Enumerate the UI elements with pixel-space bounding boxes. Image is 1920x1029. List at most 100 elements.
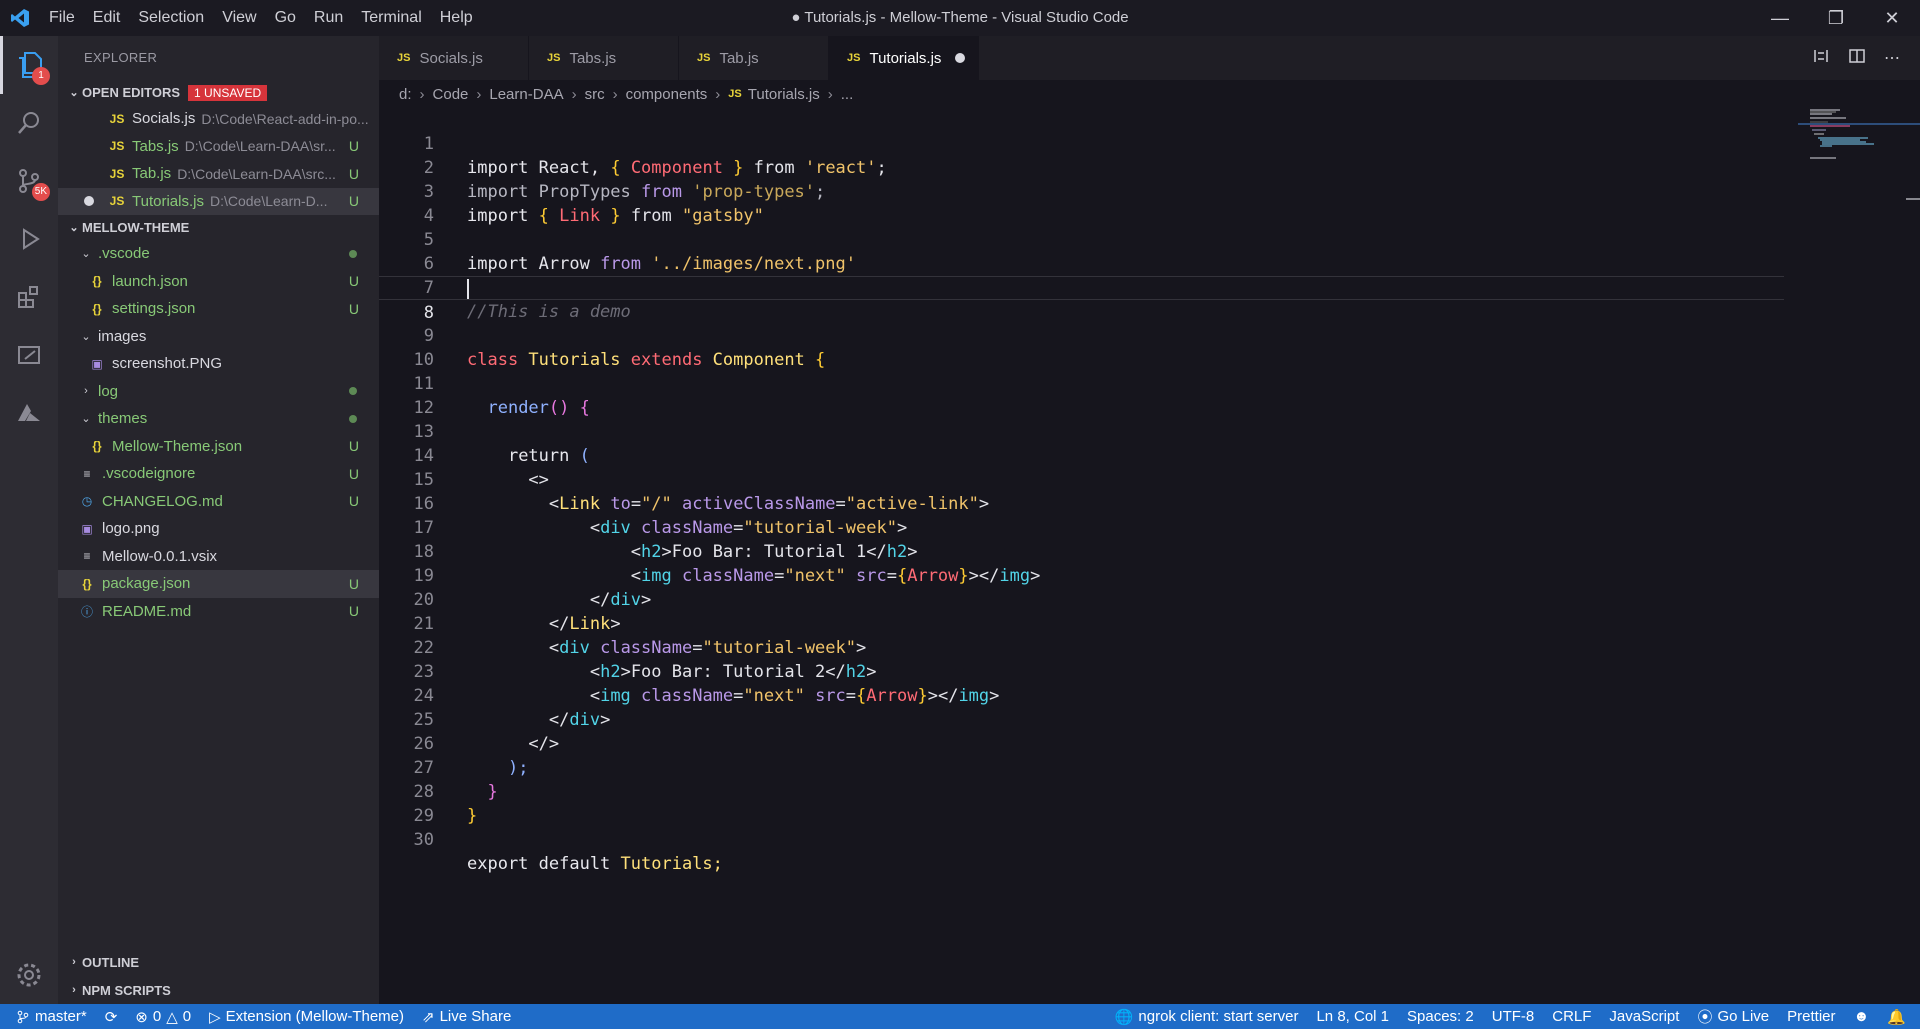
code-editor[interactable]: 1 import React, { Component } from 'reac…: [379, 108, 1920, 1004]
chevron-right-icon: ›: [715, 85, 721, 103]
breadcrumb-item[interactable]: src: [585, 86, 605, 103]
ngrok-button[interactable]: 🌐 ngrok client: start server: [1106, 1008, 1308, 1026]
encoding[interactable]: UTF-8: [1483, 1008, 1544, 1025]
end-of-line[interactable]: CRLF: [1543, 1008, 1600, 1025]
search-icon[interactable]: [0, 94, 58, 152]
open-editor-item[interactable]: JS Socials.js D:\Code\React-add-in-po...: [58, 105, 379, 133]
chevron-down-icon: ⌄: [81, 413, 91, 426]
open-editors-header[interactable]: ⌄ OPEN EDITORS 1 UNSAVED: [58, 80, 379, 105]
unsaved-dot-icon[interactable]: [955, 53, 966, 63]
folder-item[interactable]: ⌄ themes: [58, 405, 379, 433]
sync-icon[interactable]: ⟳: [96, 1008, 127, 1026]
settings-gear-icon[interactable]: [0, 946, 58, 1004]
close-icon[interactable]: ✕: [1864, 0, 1920, 36]
language-mode[interactable]: JavaScript: [1600, 1008, 1688, 1025]
outline-header[interactable]: › OUTLINE: [58, 948, 379, 976]
file-path: D:\Code\Learn-DAA\src...: [177, 165, 336, 182]
code-line: 7 //This is a demo: [379, 252, 1784, 322]
javascript-file-icon: JS: [847, 52, 861, 64]
file-item[interactable]: ≡ .vscodeignore U: [58, 460, 379, 488]
open-editor-item-active[interactable]: JS Tutorials.js D:\Code\Learn-D... U: [58, 187, 379, 215]
breadcrumb-item[interactable]: Learn-DAA: [489, 86, 563, 103]
menu-edit[interactable]: Edit: [84, 0, 130, 36]
token: Tutorials;: [620, 854, 723, 874]
breadcrumb-item[interactable]: Tutorials.js: [748, 86, 820, 103]
breadcrumb-item[interactable]: ...: [841, 86, 854, 103]
open-editor-item[interactable]: JS Tab.js D:\Code\Learn-DAA\src... U: [58, 160, 379, 188]
code-line: 26 );: [379, 708, 1784, 778]
explorer-icon[interactable]: 1: [0, 36, 58, 94]
file-item[interactable]: {} launch.json U: [58, 268, 379, 296]
git-status: U: [348, 493, 359, 510]
minimize-icon[interactable]: —: [1752, 0, 1808, 36]
cursor-position[interactable]: Ln 8, Col 1: [1307, 1008, 1398, 1025]
npm-scripts-header[interactable]: › NPM SCRIPTS: [58, 976, 379, 1004]
file-name: .vscodeignore: [102, 465, 196, 483]
menu-help[interactable]: Help: [431, 0, 482, 36]
breadcrumb-item[interactable]: Code: [433, 86, 469, 103]
minimap[interactable]: [1798, 108, 1920, 1004]
menu-file[interactable]: File: [40, 0, 84, 36]
code-line: 12: [379, 372, 1784, 418]
folder-item[interactable]: ⌄ images: [58, 323, 379, 351]
file-item[interactable]: {} settings.json U: [58, 295, 379, 323]
file-item[interactable]: ▣ logo.png: [58, 515, 379, 543]
run-debug-icon[interactable]: [0, 210, 58, 268]
modified-dot-icon: [349, 249, 357, 258]
code-line: 10: [379, 324, 1784, 370]
file-item[interactable]: ▣ screenshot.PNG: [58, 350, 379, 378]
code-line: 2 import PropTypes from 'prop-types';: [379, 132, 1784, 202]
more-actions-icon[interactable]: ⋯: [1884, 48, 1900, 68]
menu-view[interactable]: View: [213, 0, 265, 36]
file-item[interactable]: ≡ Mellow-0.0.1.vsix: [58, 543, 379, 571]
feedback-icon[interactable]: ☻: [1845, 1008, 1879, 1025]
restore-icon[interactable]: ❐: [1808, 0, 1864, 36]
javascript-file-icon: JS: [728, 88, 742, 100]
npm-scripts-label: NPM SCRIPTS: [82, 982, 171, 998]
open-editor-item[interactable]: JS Tabs.js D:\Code\Learn-DAA\sr... U: [58, 133, 379, 161]
tab-tabs[interactable]: JS Tabs.js: [529, 36, 679, 80]
file-item-selected[interactable]: {} package.json U: [58, 570, 379, 598]
menu-run[interactable]: Run: [305, 0, 352, 36]
folder-item[interactable]: ⌄ .vscode: [58, 240, 379, 268]
vscode-logo-icon: [0, 0, 40, 36]
tab-tab[interactable]: JS Tab.js: [679, 36, 829, 80]
remote-explorer-icon[interactable]: [0, 326, 58, 384]
notifications-bell-icon[interactable]: 🔔: [1878, 1008, 1920, 1026]
folder-item[interactable]: › log: [58, 378, 379, 406]
tab-tutorials[interactable]: JS Tutorials.js: [829, 36, 979, 80]
azure-icon[interactable]: [0, 384, 58, 442]
open-editors-label: OPEN EDITORS: [82, 85, 181, 100]
breadcrumb-item[interactable]: components: [626, 86, 708, 103]
file-name: Tab.js: [132, 165, 172, 183]
file-item[interactable]: {} Mellow-Theme.json U: [58, 433, 379, 461]
menu-selection[interactable]: Selection: [129, 0, 213, 36]
file-name: Socials.js: [132, 110, 196, 128]
live-share-button[interactable]: ⇗ Live Share: [413, 1008, 520, 1026]
activity-bar: 1 5K: [0, 36, 58, 1004]
go-live-button[interactable]: ⦿ Go Live: [1688, 1006, 1778, 1027]
code-line: 11 render() {: [379, 348, 1784, 418]
title-bar: File Edit Selection View Go Run Terminal…: [0, 0, 1920, 36]
prettier-button[interactable]: Prettier: [1778, 1008, 1844, 1025]
project-label: MELLOW-THEME: [82, 220, 190, 235]
menu-terminal[interactable]: Terminal: [352, 0, 430, 36]
extensions-icon[interactable]: [0, 268, 58, 326]
branch-indicator[interactable]: master*: [0, 1008, 96, 1025]
tab-socials[interactable]: JS Socials.js: [379, 36, 529, 80]
indentation[interactable]: Spaces: 2: [1398, 1008, 1483, 1025]
open-changes-icon[interactable]: [1812, 47, 1830, 70]
javascript-file-icon: JS: [397, 52, 411, 64]
split-editor-icon[interactable]: [1848, 47, 1866, 70]
file-name: CHANGELOG.md: [102, 492, 223, 510]
problems-indicator[interactable]: ⊗ 0 △ 0: [126, 1008, 200, 1026]
source-control-icon[interactable]: 5K: [0, 152, 58, 210]
file-item[interactable]: ◷ CHANGELOG.md U: [58, 488, 379, 516]
code-line: 21 <div className="tutorial-week">: [379, 588, 1784, 658]
file-item[interactable]: ⓘ README.md U: [58, 598, 379, 626]
run-extension-button[interactable]: ▷ Extension (Mellow-Theme): [200, 1008, 413, 1026]
project-header[interactable]: ⌄ MELLOW-THEME: [58, 215, 379, 240]
menu-go[interactable]: Go: [266, 0, 305, 36]
folder-name: log: [98, 382, 119, 400]
breadcrumb-item[interactable]: d:: [399, 86, 412, 103]
